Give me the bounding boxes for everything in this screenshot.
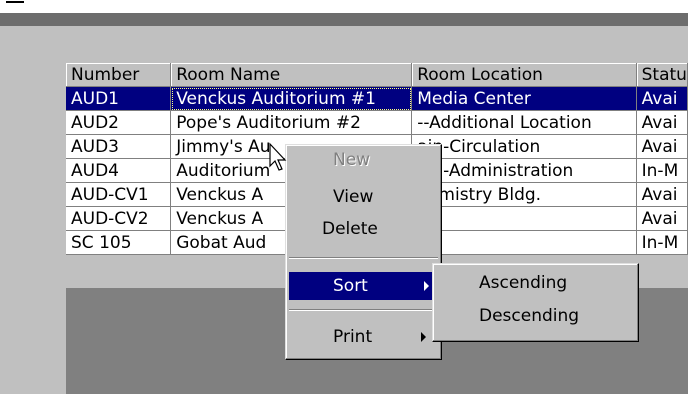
cell-status[interactable]: Avai: [636, 206, 688, 231]
menu-separator: [289, 257, 438, 259]
cell-number[interactable]: AUD2: [66, 110, 172, 135]
menu-separator: [289, 309, 438, 311]
cell-status[interactable]: Avai: [636, 110, 688, 135]
menu-item-new[interactable]: New: [289, 148, 438, 172]
menu-item-sort[interactable]: Sort: [289, 272, 438, 300]
column-header-number[interactable]: Number: [66, 63, 172, 87]
column-header-room-location[interactable]: Room Location: [411, 63, 637, 87]
table-row[interactable]: AUD1 Venckus Auditorium #1 Media Center …: [66, 86, 688, 111]
toolbar: [0, 26, 688, 57]
grid-header-row: Number Room Name Room Location Statu: [66, 63, 688, 87]
cell-number[interactable]: AUD3: [66, 134, 172, 159]
cell-room-location[interactable]: Media Center: [411, 86, 637, 111]
cell-room-location[interactable]: ain-Circulation: [411, 134, 637, 159]
mouse-cursor-icon: [269, 142, 287, 171]
menu-item-print[interactable]: Print: [289, 323, 438, 351]
sort-submenu: Ascending Descending: [432, 263, 639, 342]
cell-number[interactable]: AUD4: [66, 158, 172, 183]
menu-item-sort-label: Sort: [333, 276, 368, 296]
cell-room-location[interactable]: [411, 230, 637, 255]
cell-room-location[interactable]: ain-Administration: [411, 158, 637, 183]
menu-item-print-label: Print: [333, 327, 373, 347]
title-bar: [0, 13, 688, 26]
cell-number[interactable]: AUD-CV2: [66, 206, 172, 231]
cell-room-name[interactable]: Pope's Auditorium #2: [170, 110, 413, 135]
column-header-room-name[interactable]: Room Name: [170, 63, 413, 87]
cell-number[interactable]: AUD-CV1: [66, 182, 172, 207]
cell-room-location[interactable]: --Additional Location: [411, 110, 637, 135]
menu-item-ascending[interactable]: Ascending: [436, 271, 635, 295]
cell-room-location[interactable]: [411, 206, 637, 231]
table-row[interactable]: AUD2 Pope's Auditorium #2 --Additional L…: [66, 110, 688, 135]
column-header-status[interactable]: Statu: [636, 63, 688, 87]
cell-number[interactable]: AUD1: [66, 86, 172, 111]
cell-room-location[interactable]: hemistry Bldg.: [411, 182, 637, 207]
submenu-arrow-icon: [424, 281, 429, 291]
cell-status[interactable]: In-M: [636, 158, 688, 183]
cell-status[interactable]: Avai: [636, 182, 688, 207]
cell-status[interactable]: In-M: [636, 230, 688, 255]
menu-item-delete[interactable]: Delete: [289, 217, 438, 241]
cell-room-name[interactable]: Venckus Auditorium #1: [170, 86, 413, 111]
menu-item-view[interactable]: View: [289, 185, 438, 209]
cell-number[interactable]: SC 105: [66, 230, 172, 255]
context-menu: New View Delete Sort Print: [285, 144, 442, 360]
cell-status[interactable]: Avai: [636, 134, 688, 159]
left-panel: [0, 57, 67, 394]
submenu-arrow-icon: [421, 332, 426, 342]
cell-status[interactable]: Avai: [636, 86, 688, 111]
menu-item-descending[interactable]: Descending: [436, 304, 635, 328]
window-mark: [6, 1, 24, 3]
window-top-strip: [0, 0, 688, 13]
